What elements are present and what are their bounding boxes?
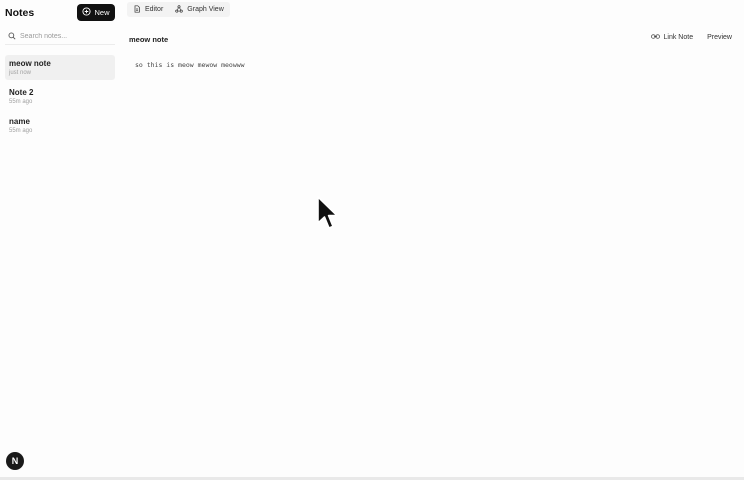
note-item-title: Note 2 (9, 88, 34, 97)
note-list-item[interactable]: name 55m ago (5, 113, 115, 138)
nextjs-badge-letter: N (11, 456, 19, 466)
note-item-title: meow note (9, 59, 51, 68)
nextjs-dev-badge[interactable]: N (6, 452, 24, 470)
new-note-button[interactable]: New (77, 4, 115, 21)
link-note-label: Link Note (663, 34, 694, 41)
link-note-button[interactable]: Link Note (650, 33, 694, 42)
plus-circle-icon (82, 7, 92, 18)
note-item-title: name (9, 117, 30, 126)
preview-label: Preview (707, 34, 732, 41)
note-list-item[interactable]: Note 2 55m ago (5, 84, 115, 109)
new-note-label: New (94, 8, 110, 17)
preview-button[interactable]: Preview (707, 34, 732, 41)
note-list: meow note just now Note 2 55m ago name 5… (5, 55, 115, 142)
editor-content[interactable]: so this is meow mewow meowww (135, 61, 245, 69)
sidebar: Notes New meow note just now Note 2 55m … (0, 0, 120, 480)
view-tabs: Editor Graph View (127, 2, 230, 17)
note-item-time: just now (9, 70, 32, 76)
tab-graph-view-label: Graph View (187, 6, 224, 13)
sidebar-header: Notes New (5, 4, 115, 21)
sidebar-title: Notes (5, 7, 35, 19)
note-item-time: 55m ago (9, 128, 33, 134)
editor-actions: Link Note Preview (650, 33, 732, 42)
tab-graph-view[interactable]: Graph View (169, 2, 229, 17)
search-box[interactable] (5, 28, 115, 45)
tab-editor-label: Editor (145, 6, 164, 13)
note-list-item[interactable]: meow note just now (5, 55, 115, 80)
tab-editor[interactable]: Editor (127, 2, 170, 17)
mouse-pointer-icon (317, 196, 338, 229)
link-icon (650, 33, 660, 42)
note-title-heading: meow note (129, 35, 169, 44)
note-item-time: 55m ago (9, 99, 33, 105)
graph-icon (175, 4, 184, 15)
file-icon (133, 4, 141, 15)
search-icon (8, 27, 16, 45)
search-input[interactable] (20, 32, 110, 40)
